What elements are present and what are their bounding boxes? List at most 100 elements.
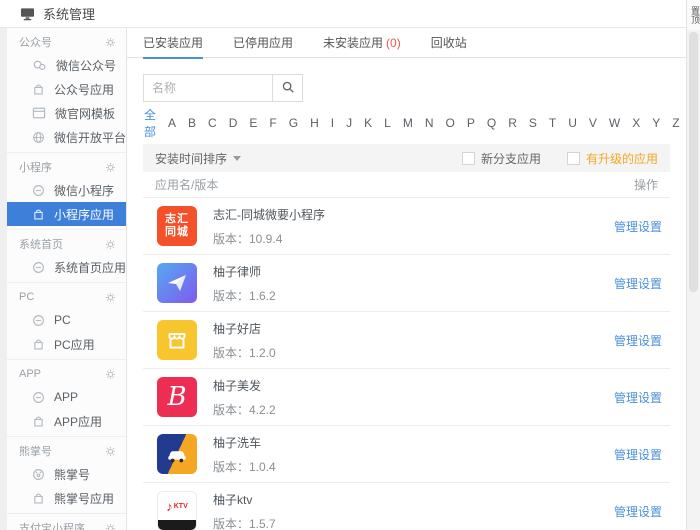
filter-letter-Q[interactable]: Q: [486, 116, 497, 130]
filter-letter-S[interactable]: S: [528, 116, 538, 130]
sidebar-item-微信公众号[interactable]: 微信公众号: [7, 53, 126, 77]
filter-all[interactable]: 全部: [143, 106, 157, 140]
sidebar-section: PC PC PC应用: [7, 283, 126, 360]
sidebar-item-熊掌号应用[interactable]: 熊掌号应用: [7, 486, 126, 510]
manage-settings-link[interactable]: 管理设置: [614, 389, 662, 406]
filter-letter-F[interactable]: F: [268, 116, 277, 130]
scrollbar[interactable]: 置顶: [686, 0, 700, 530]
tab-uninstalled-apps[interactable]: 未安装应用(0): [323, 28, 401, 58]
app-name: 志汇-同城微要小程序: [213, 206, 325, 223]
filter-letter-J[interactable]: J: [345, 116, 353, 130]
column-action: 操作: [634, 176, 658, 193]
sidebar-item-公众号应用[interactable]: 公众号应用: [7, 77, 126, 101]
app-root: 系统管理 公众号微信公众号公众号应用微官网模板微信开放平台小程序微信小程序小程序…: [0, 0, 700, 530]
sidebar-item-label: 系统首页应用: [54, 259, 126, 276]
sidebar-section-label: 熊掌号: [19, 443, 105, 459]
sidebar-item-小程序应用[interactable]: 小程序应用: [7, 202, 126, 226]
app-info: 柚子美发版本：4.2.2: [213, 377, 276, 418]
sidebar-item-微官网模板[interactable]: 微官网模板: [7, 101, 126, 125]
filter-letter-M[interactable]: M: [402, 116, 414, 130]
sidebar-item-label: PC应用: [54, 336, 95, 353]
app-row: 柚子律师版本：1.6.2管理设置: [143, 255, 670, 312]
gear-icon[interactable]: [105, 446, 116, 457]
filter-letter-D[interactable]: D: [228, 116, 239, 130]
filter-checkbox-2[interactable]: 有升级的应用: [567, 150, 658, 167]
column-app-name: 应用名/版本: [155, 176, 218, 193]
sidebar-section-header: 熊掌号: [7, 440, 126, 462]
manage-settings-link[interactable]: 管理设置: [614, 332, 662, 349]
sidebar-item-PC应用[interactable]: PC应用: [7, 332, 126, 356]
filter-letter-B[interactable]: B: [187, 116, 197, 130]
sidebar-item-APP应用[interactable]: APP应用: [7, 409, 126, 433]
search-button[interactable]: [273, 74, 303, 102]
filter-letter-G[interactable]: G: [288, 116, 299, 130]
circle-icon: [32, 261, 45, 274]
filter-letter-T[interactable]: T: [548, 116, 557, 130]
checkbox[interactable]: [462, 152, 475, 165]
sidebar-item-label: 微信小程序: [54, 182, 114, 199]
sort-dropdown[interactable]: 安装时间排序: [155, 150, 241, 167]
sidebar-item-微信小程序[interactable]: 微信小程序: [7, 178, 126, 202]
sidebar-sections: 公众号微信公众号公众号应用微官网模板微信开放平台小程序微信小程序小程序应用系统首…: [7, 28, 126, 530]
sidebar-section-header: 支付宝小程序: [7, 517, 126, 530]
filter-letter-I[interactable]: I: [330, 116, 335, 130]
filter-letter-Y[interactable]: Y: [651, 116, 661, 130]
filter-letter-K[interactable]: K: [363, 116, 373, 130]
filter-letter-W[interactable]: W: [608, 116, 621, 130]
tab-recycle-bin[interactable]: 回收站: [431, 28, 467, 58]
sidebar-item-PC[interactable]: PC: [7, 308, 126, 332]
gear-icon[interactable]: [105, 523, 116, 530]
toolbar-checkboxes: 新分支应用 有升级的应用: [462, 150, 658, 167]
sidebar-section-label: 公众号: [19, 34, 105, 50]
manage-settings-link[interactable]: 管理设置: [614, 275, 662, 292]
checkbox-label: 有升级的应用: [586, 150, 658, 167]
paper-plane-icon: [165, 271, 189, 295]
sidebar-section-header: 小程序: [7, 156, 126, 178]
gear-icon[interactable]: [105, 162, 116, 173]
gear-icon[interactable]: [105, 292, 116, 303]
filter-checkbox-1[interactable]: 新分支应用: [462, 150, 541, 167]
filter-letter-N[interactable]: N: [424, 116, 435, 130]
filter-letter-R[interactable]: R: [507, 116, 518, 130]
filter-letter-E[interactable]: E: [248, 116, 258, 130]
gear-icon[interactable]: [105, 369, 116, 380]
sidebar-section-label: PC: [19, 291, 105, 303]
chevron-down-icon: [233, 156, 241, 161]
filter-letter-O[interactable]: O: [444, 116, 455, 130]
manage-settings-link[interactable]: 管理设置: [614, 218, 662, 235]
sidebar-item-微信开放平台[interactable]: 微信开放平台: [7, 125, 126, 149]
filter-letter-A[interactable]: A: [167, 116, 177, 130]
scrollbar-thumb[interactable]: [689, 32, 698, 292]
filter-letter-V[interactable]: V: [588, 116, 598, 130]
chat-icon: [32, 59, 47, 72]
search-bar: [143, 74, 670, 102]
gear-icon[interactable]: [105, 239, 116, 250]
music-note-icon: ♪: [166, 499, 173, 514]
manage-settings-link[interactable]: 管理设置: [614, 446, 662, 463]
sidebar-section-label: 系统首页: [19, 236, 105, 252]
filter-letter-X[interactable]: X: [631, 116, 641, 130]
bag-icon: [32, 83, 45, 96]
sidebar-section-label: APP: [19, 368, 105, 380]
app-info: 志汇-同城微要小程序版本：10.9.4: [213, 206, 325, 247]
filter-letter-H[interactable]: H: [309, 116, 320, 130]
checkbox[interactable]: [567, 152, 580, 165]
filter-letter-P[interactable]: P: [466, 116, 476, 130]
tab-installed-apps[interactable]: 已安装应用: [143, 28, 203, 58]
filter-letter-L[interactable]: L: [383, 116, 392, 130]
filter-letter-Z[interactable]: Z: [671, 116, 680, 130]
tab-disabled-apps[interactable]: 已停用应用: [233, 28, 293, 58]
gear-icon[interactable]: [105, 37, 116, 48]
sidebar-item-熊掌号[interactable]: 熊掌号: [7, 462, 126, 486]
sidebar-item-APP[interactable]: APP: [7, 385, 126, 409]
bag-icon: [32, 208, 45, 221]
bag-icon: [32, 492, 45, 505]
sidebar-item-系统首页应用[interactable]: 系统首页应用: [7, 255, 126, 279]
app-list: 志汇同城志汇-同城微要小程序版本：10.9.4管理设置柚子律师版本：1.6.2管…: [143, 198, 670, 530]
manage-settings-link[interactable]: 管理设置: [614, 503, 662, 520]
back-to-top-widget[interactable]: 置顶: [687, 0, 700, 30]
filter-letter-U[interactable]: U: [567, 116, 578, 130]
filter-letter-C[interactable]: C: [207, 116, 218, 130]
search-input[interactable]: [143, 74, 273, 102]
app-version: 版本：1.5.7: [213, 515, 276, 530]
